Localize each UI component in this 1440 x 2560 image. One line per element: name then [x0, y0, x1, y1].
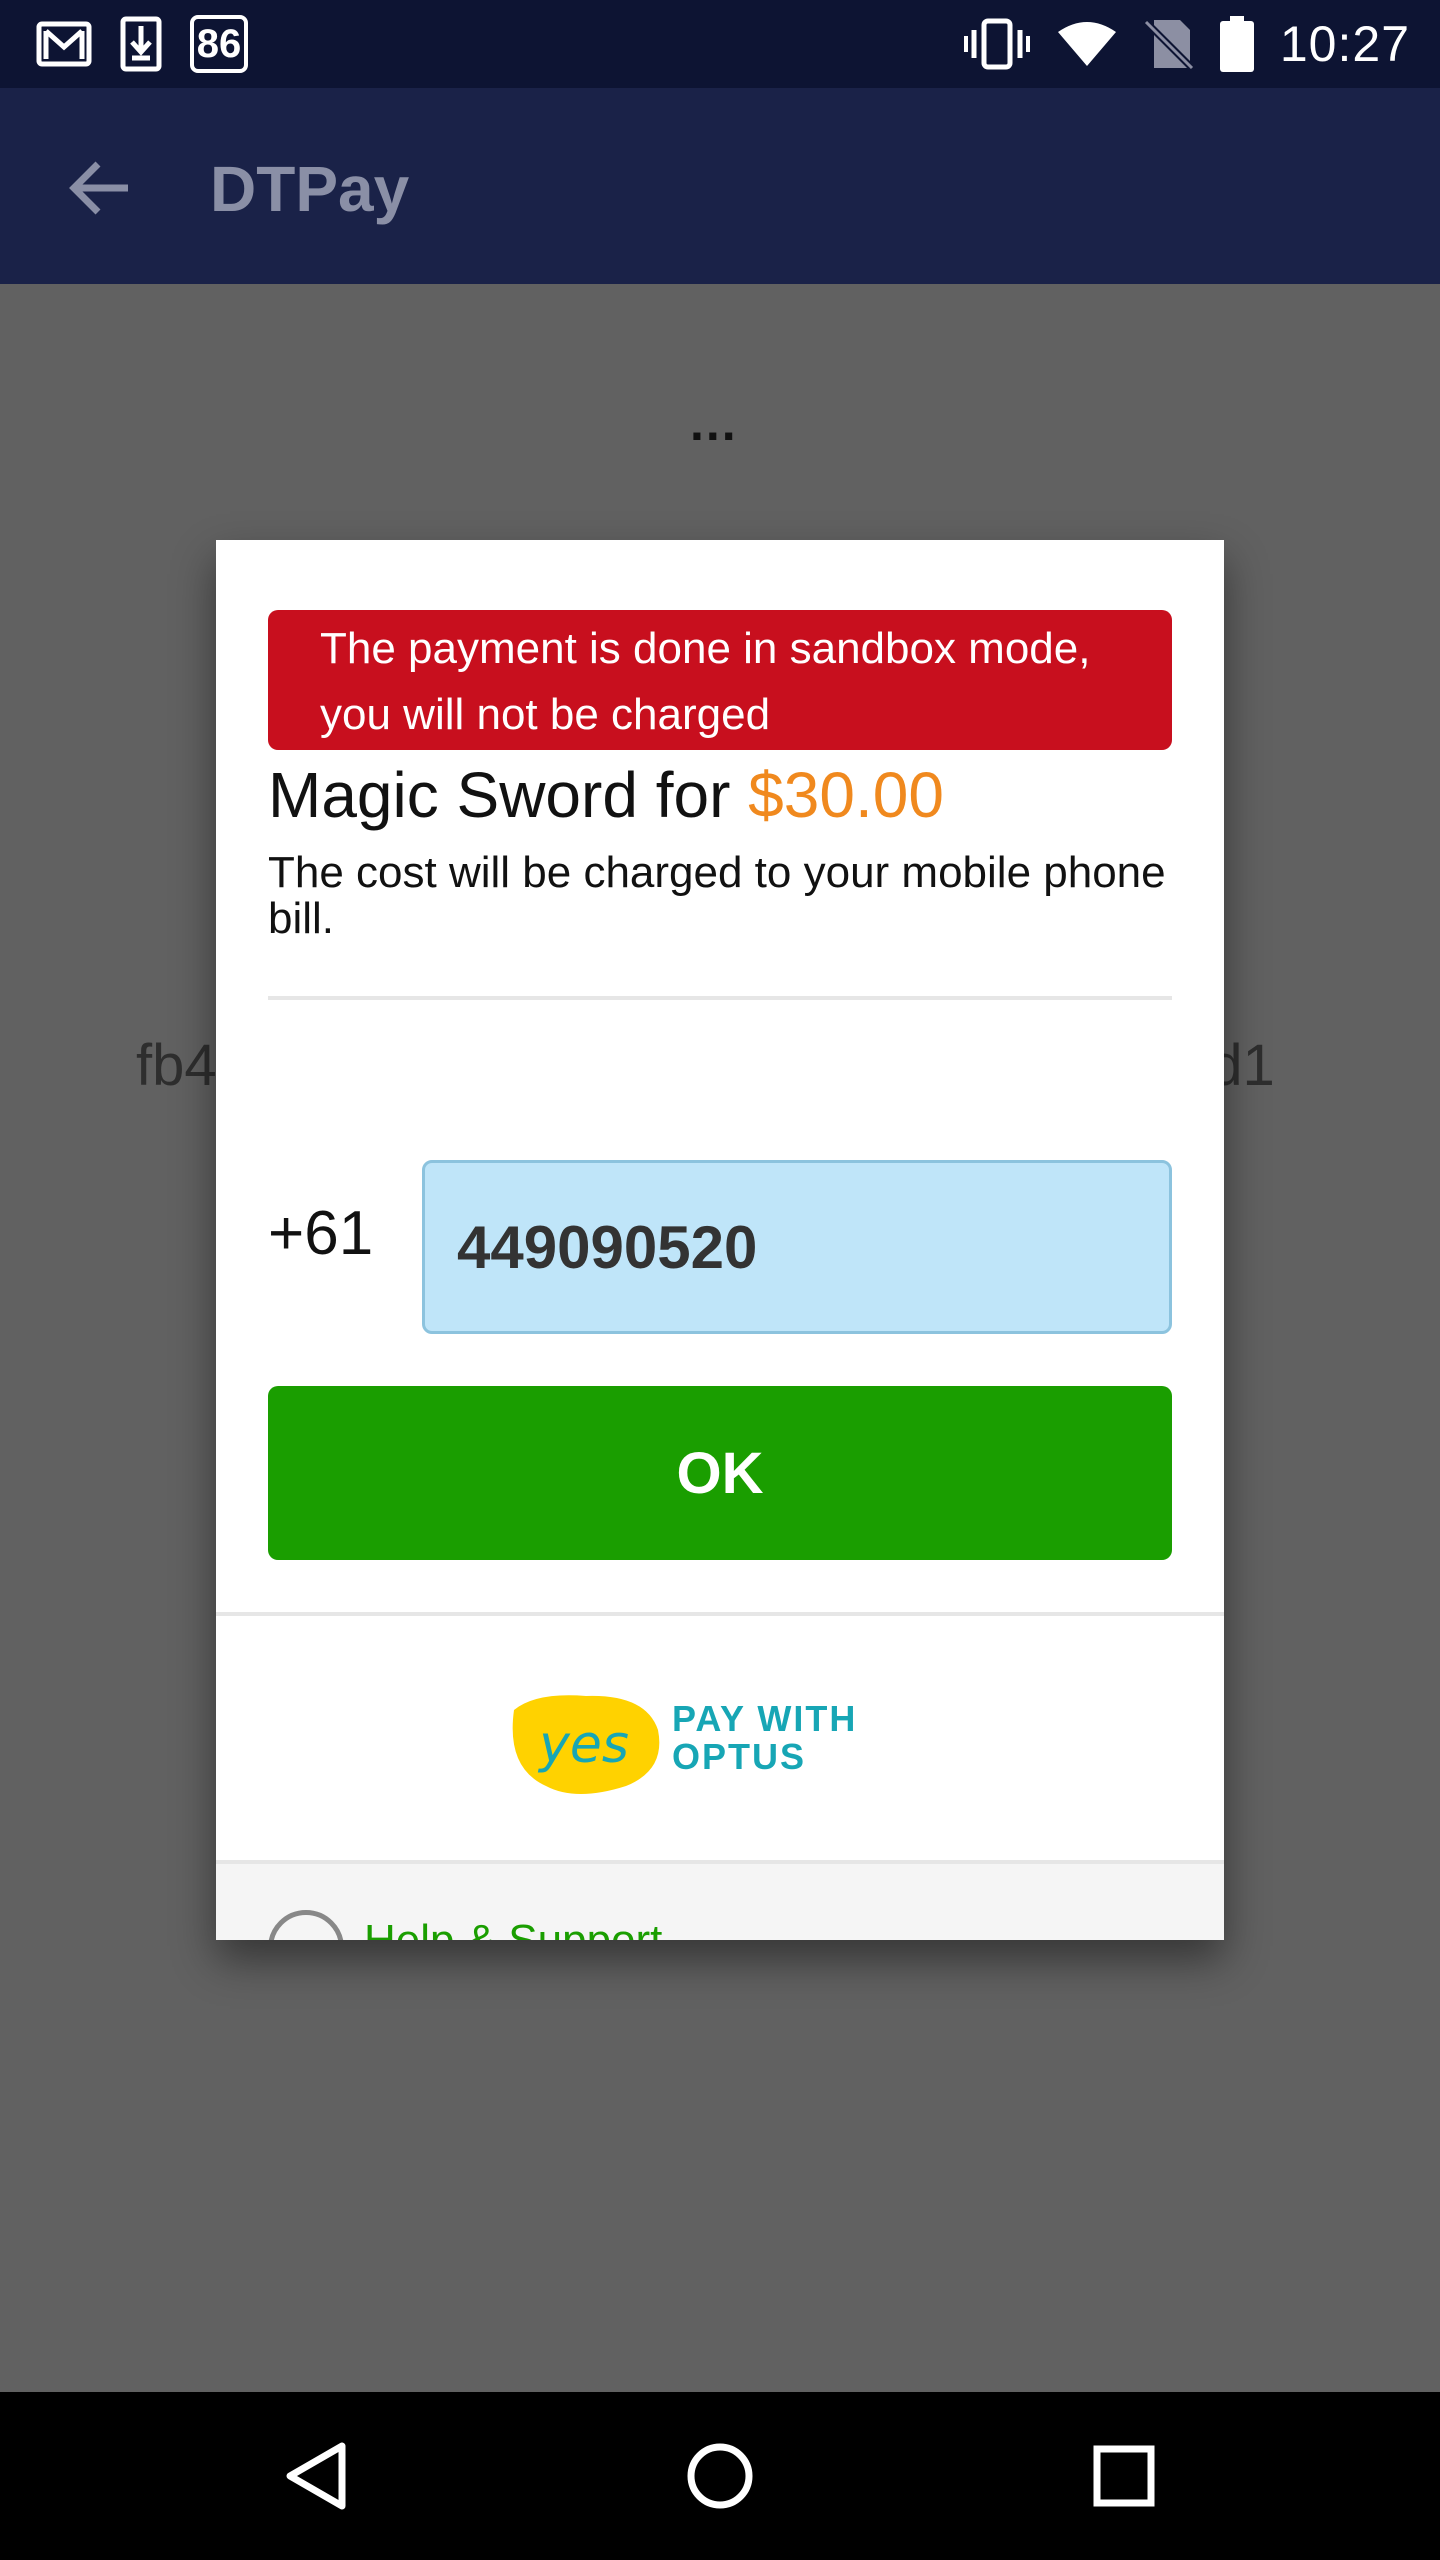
status-bar: 86 10:27 — [0, 0, 1440, 88]
status-bar-notifications: 86 — [36, 15, 248, 73]
clock: 10:27 — [1279, 16, 1410, 72]
gmail-icon — [36, 21, 92, 67]
transaction-id-start: fb4 — [136, 1033, 217, 1098]
home-circle-icon[interactable] — [680, 2436, 760, 2516]
help-icon — [268, 1910, 344, 1940]
download-icon — [120, 16, 162, 72]
status-bar-system: 10:27 — [963, 16, 1410, 72]
navigation-bar — [0, 2392, 1440, 2560]
notification-count-badge: 86 — [190, 15, 248, 73]
price: $30.00 — [748, 759, 944, 831]
optus-line-1: PAY WITH — [672, 1698, 858, 1739]
app-title: DTPay — [210, 153, 410, 225]
vibrate-icon — [963, 18, 1030, 70]
help-support-area: Help & Support — [216, 1860, 1224, 1940]
phone-number-input[interactable] — [422, 1160, 1172, 1334]
loading-dots: ... — [690, 395, 738, 451]
charge-note: The cost will be charged to your mobile … — [268, 848, 1166, 943]
wifi-icon — [1056, 20, 1118, 68]
back-triangle-icon[interactable] — [276, 2436, 356, 2516]
payment-dialog: The payment is done in sandbox mode, you… — [216, 540, 1224, 1940]
no-sim-icon — [1143, 18, 1194, 70]
arrow-left-icon[interactable] — [60, 148, 140, 228]
app-bar: DTPay — [0, 88, 1440, 284]
pay-with-optus-logo: yes PAY WITH OPTUS — [506, 1690, 886, 1810]
ok-button[interactable]: OK — [268, 1386, 1172, 1560]
help-support-link[interactable]: Help & Support — [364, 1916, 662, 1940]
recents-square-icon[interactable] — [1084, 2436, 1164, 2516]
sandbox-notice-banner: The payment is done in sandbox mode, you… — [268, 610, 1172, 750]
optus-wordmark: PAY WITH OPTUS — [672, 1700, 857, 1776]
optus-yes-text: yes — [537, 1715, 629, 1775]
divider — [268, 996, 1172, 1000]
country-code: +61 — [268, 1199, 374, 1268]
product-name: Magic Sword for — [268, 759, 749, 831]
optus-line-2: OPTUS — [672, 1736, 807, 1777]
battery-icon — [1219, 16, 1254, 72]
optus-yes-blob-icon: yes — [512, 1695, 660, 1794]
divider — [216, 1612, 1224, 1616]
product-price-line: Magic Sword for $30.00 — [268, 758, 944, 832]
